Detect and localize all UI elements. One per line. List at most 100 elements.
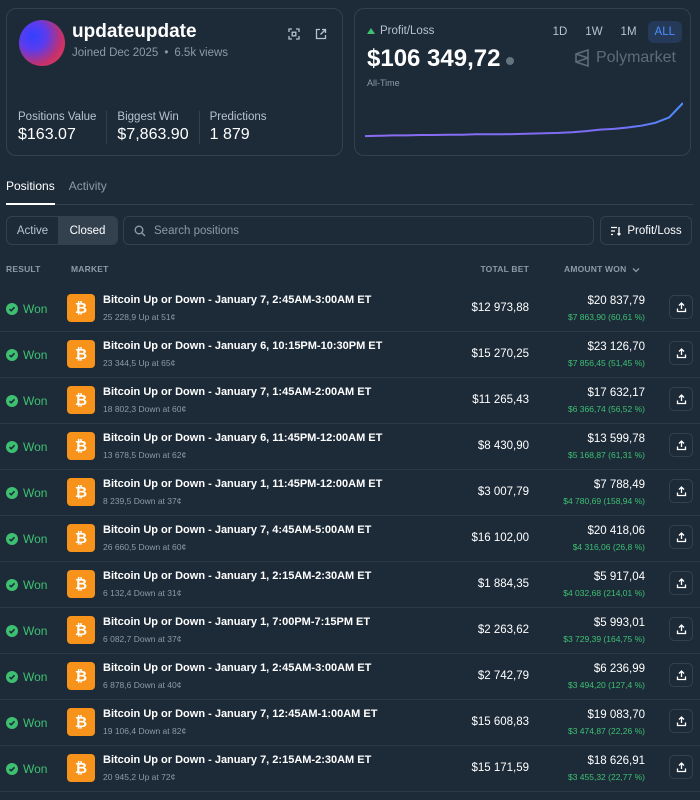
range-tab-1m[interactable]: 1M xyxy=(614,21,644,43)
result-label: Won xyxy=(23,716,48,730)
status-filter: Active Closed xyxy=(6,216,118,245)
table-row[interactable] xyxy=(0,792,700,800)
table-row[interactable]: Won ₿ Bitcoin Up or Down - January 1, 7:… xyxy=(0,608,700,654)
table-row[interactable]: Won ₿ Bitcoin Up or Down - January 7, 2:… xyxy=(0,746,700,792)
share-icon[interactable] xyxy=(669,341,693,365)
share-icon[interactable] xyxy=(669,387,693,411)
range-tab-1d[interactable]: 1D xyxy=(546,21,575,43)
tab-activity[interactable]: Activity xyxy=(69,174,107,205)
stat-value: 1 879 xyxy=(209,126,250,143)
profit-amount: $3 494,20 (127,4 %) xyxy=(567,680,645,690)
amount-won: $20 418,06 xyxy=(587,525,645,537)
market-title[interactable]: Bitcoin Up or Down - January 7, 2:15AM-2… xyxy=(103,754,371,766)
polymarket-icon xyxy=(575,49,589,67)
amount-won: $19 083,70 xyxy=(587,709,645,721)
total-bet: $11 265,43 xyxy=(472,394,529,406)
table-row[interactable]: Won ₿ Bitcoin Up or Down - January 7, 4:… xyxy=(0,516,700,562)
position-detail: 6 082,7 Down at 37¢ xyxy=(103,634,182,644)
profit-amount: $3 474,87 (22,26 %) xyxy=(567,726,645,736)
result-label: Won xyxy=(23,762,48,776)
external-link-icon[interactable] xyxy=(312,25,330,43)
sort-button[interactable]: Profit/Loss xyxy=(600,216,692,245)
trend-up-icon xyxy=(367,28,375,34)
svg-text:₿: ₿ xyxy=(75,437,87,455)
sort-label: Profit/Loss xyxy=(627,224,682,237)
market-title[interactable]: Bitcoin Up or Down - January 1, 2:15AM-2… xyxy=(103,570,371,582)
profit-amount: $5 168,87 (61,31 %) xyxy=(567,450,645,460)
svg-text:₿: ₿ xyxy=(75,713,87,731)
share-icon[interactable] xyxy=(669,709,693,733)
check-circle-icon xyxy=(6,533,18,545)
market-title[interactable]: Bitcoin Up or Down - January 7, 1:45AM-2… xyxy=(103,386,371,398)
share-icon[interactable] xyxy=(669,617,693,641)
result-badge: Won xyxy=(6,762,47,776)
col-total-bet[interactable]: TOTAL BET xyxy=(480,264,529,274)
table-header: RESULT MARKET TOTAL BET AMOUNT WON xyxy=(0,264,700,276)
brand-name: Polymarket xyxy=(595,49,676,66)
bitcoin-icon: ₿ xyxy=(67,340,95,368)
view-count: 6.5k views xyxy=(174,47,229,59)
position-detail: 13 678,5 Down at 62¢ xyxy=(103,450,187,460)
position-detail: 23 344,5 Up at 65¢ xyxy=(103,358,176,368)
qr-icon[interactable] xyxy=(285,25,303,43)
market-title[interactable]: Bitcoin Up or Down - January 1, 11:45PM-… xyxy=(103,478,382,490)
bitcoin-icon: ₿ xyxy=(67,524,95,552)
check-circle-icon xyxy=(6,763,18,775)
table-row[interactable]: Won ₿ Bitcoin Up or Down - January 1, 2:… xyxy=(0,562,700,608)
table-row[interactable]: Won ₿ Bitcoin Up or Down - January 1, 11… xyxy=(0,470,700,516)
range-tab-1w[interactable]: 1W xyxy=(578,21,609,43)
market-title[interactable]: Bitcoin Up or Down - January 7, 2:45AM-3… xyxy=(103,294,371,306)
share-icon[interactable] xyxy=(669,295,693,319)
range-tab-all[interactable]: ALL xyxy=(647,21,682,43)
result-badge: Won xyxy=(6,394,47,408)
table-row[interactable]: Won ₿ Bitcoin Up or Down - January 6, 10… xyxy=(0,332,700,378)
market-title[interactable]: Bitcoin Up or Down - January 7, 4:45AM-5… xyxy=(103,524,371,536)
search-input[interactable] xyxy=(154,224,574,237)
stat-biggest-win: Biggest Win $7,863.90 xyxy=(117,111,200,144)
result-badge: Won xyxy=(6,532,47,546)
profile-card: updateupdate Joined Dec 2025 • 6.5k views … xyxy=(6,8,343,156)
share-icon[interactable] xyxy=(669,525,693,549)
check-circle-icon xyxy=(6,441,18,453)
col-amount-won[interactable]: AMOUNT WON xyxy=(564,264,640,274)
table-row[interactable]: Won ₿ Bitcoin Up or Down - January 1, 2:… xyxy=(0,654,700,700)
check-circle-icon xyxy=(6,395,18,407)
share-icon[interactable] xyxy=(669,479,693,503)
info-icon[interactable] xyxy=(506,57,515,65)
filter-active[interactable]: Active xyxy=(7,217,58,244)
brand-logo: Polymarket xyxy=(574,49,676,67)
check-circle-icon xyxy=(6,717,18,729)
amount-won: $17 632,17 xyxy=(587,387,645,399)
market-title[interactable]: Bitcoin Up or Down - January 6, 10:15PM-… xyxy=(103,340,382,352)
result-badge: Won xyxy=(6,486,47,500)
total-bet: $2 263,62 xyxy=(477,624,529,636)
total-bet: $8 430,90 xyxy=(477,440,529,452)
market-title[interactable]: Bitcoin Up or Down - January 7, 12:45AM-… xyxy=(103,708,377,720)
tab-positions[interactable]: Positions xyxy=(6,174,55,205)
table-row[interactable]: Won ₿ Bitcoin Up or Down - January 7, 2:… xyxy=(0,286,700,332)
share-icon[interactable] xyxy=(669,571,693,595)
table-row[interactable]: Won ₿ Bitcoin Up or Down - January 7, 1:… xyxy=(0,378,700,424)
total-bet: $1 884,35 xyxy=(477,578,529,590)
col-market: MARKET xyxy=(71,264,109,274)
market-title[interactable]: Bitcoin Up or Down - January 1, 7:00PM-7… xyxy=(103,616,370,628)
share-icon[interactable] xyxy=(669,663,693,687)
market-title[interactable]: Bitcoin Up or Down - January 6, 11:45PM-… xyxy=(103,432,382,444)
avatar[interactable] xyxy=(19,20,65,66)
share-icon[interactable] xyxy=(669,433,693,457)
market-title[interactable]: Bitcoin Up or Down - January 1, 2:45AM-3… xyxy=(103,662,371,674)
pnl-amount: $106 349,72 xyxy=(367,45,501,72)
share-icon[interactable] xyxy=(669,755,693,779)
profit-amount: $7 863,90 (60,61 %) xyxy=(567,312,645,322)
result-label: Won xyxy=(23,670,48,684)
profit-amount: $7 856,45 (51,45 %) xyxy=(567,358,645,368)
check-circle-icon xyxy=(6,579,18,591)
table-row[interactable]: Won ₿ Bitcoin Up or Down - January 6, 11… xyxy=(0,424,700,470)
check-circle-icon xyxy=(6,671,18,683)
filter-closed[interactable]: Closed xyxy=(58,217,117,244)
col-result: RESULT xyxy=(6,264,41,274)
table-row[interactable]: Won ₿ Bitcoin Up or Down - January 7, 12… xyxy=(0,700,700,746)
bitcoin-icon: ₿ xyxy=(67,386,95,414)
profit-amount: $6 366,74 (56,52 %) xyxy=(567,404,645,414)
search-icon xyxy=(134,225,146,236)
